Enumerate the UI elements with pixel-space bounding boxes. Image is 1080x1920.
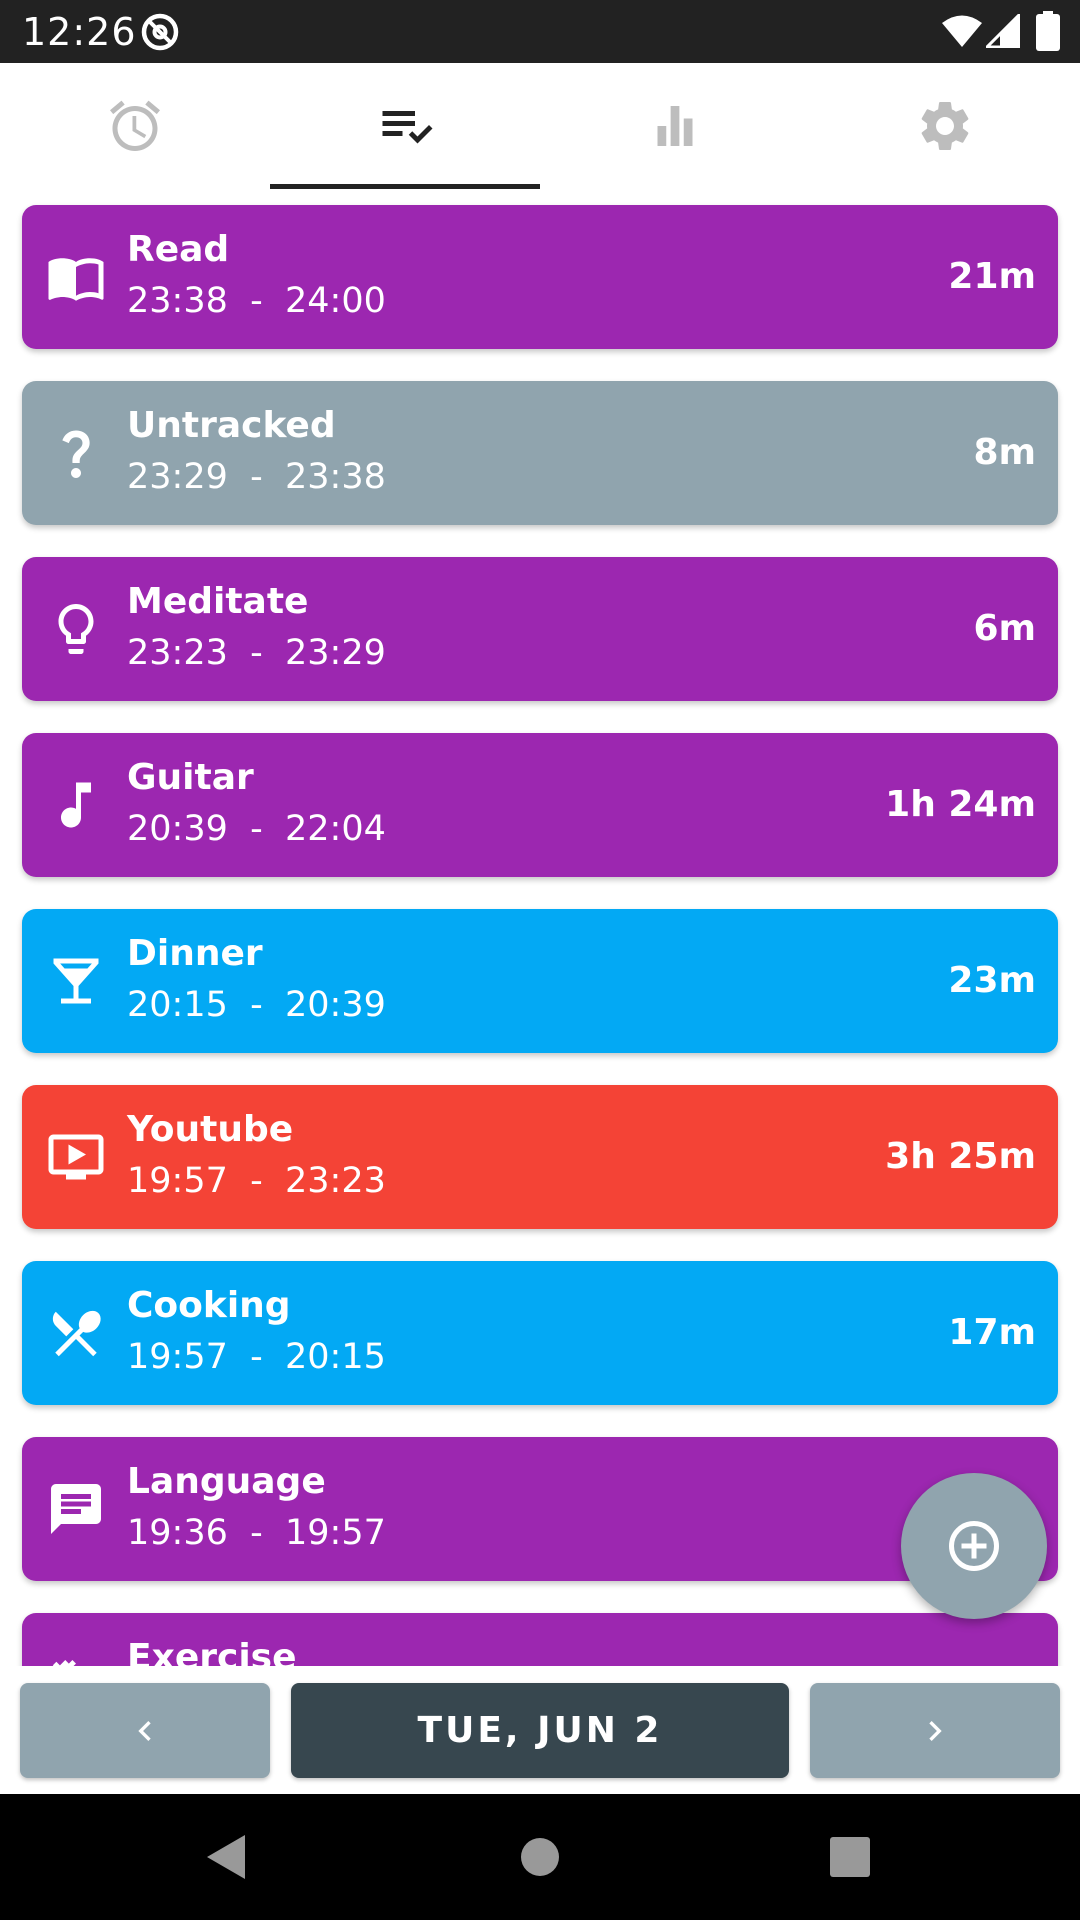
battery-icon <box>1036 11 1060 51</box>
activity-time-range: 23:29 - 23:38 <box>127 457 386 497</box>
activity-title: Dinner <box>127 933 263 974</box>
date-navigation: TUE, JUN 2 <box>0 1666 1080 1794</box>
home-icon[interactable] <box>510 1827 570 1887</box>
add-activity-button[interactable] <box>901 1473 1047 1619</box>
previous-day-button[interactable] <box>20 1683 270 1778</box>
activity-title: Language <box>127 1461 326 1502</box>
next-day-button[interactable] <box>810 1683 1060 1778</box>
add-circle-icon <box>949 1521 999 1571</box>
activity-card-dinner[interactable]: Dinner 20:15 - 20:39 23m <box>22 909 1058 1053</box>
at-sign-icon <box>141 13 179 51</box>
tab-bar <box>0 63 1080 189</box>
activity-duration: 8m <box>973 432 1036 473</box>
activity-title: Untracked <box>127 405 336 446</box>
signal-icon <box>986 14 1020 48</box>
activity-card-youtube[interactable]: Youtube 19:57 - 23:23 3h 25m <box>22 1085 1058 1229</box>
activity-duration: 23m <box>948 960 1036 1001</box>
activity-card-guitar[interactable]: Guitar 20:39 - 22:04 1h 24m <box>22 733 1058 877</box>
tab-log[interactable] <box>270 63 540 188</box>
book-icon <box>48 258 104 301</box>
message-icon <box>51 1484 101 1534</box>
wifi-icon <box>942 15 982 47</box>
activity-duration: 17m <box>948 1312 1036 1353</box>
current-date-label: TUE, JUN 2 <box>417 1710 663 1751</box>
activity-card-exercise[interactable]: Exercise <box>22 1613 1058 1666</box>
activity-duration: 1h 24m <box>885 784 1036 825</box>
lightbulb-icon <box>58 604 94 654</box>
activity-title: Read <box>127 229 230 270</box>
recents-icon[interactable] <box>820 1827 880 1887</box>
date-picker-button[interactable]: TUE, JUN 2 <box>291 1683 789 1778</box>
activity-title: Guitar <box>127 757 254 798</box>
status-time: 12:26 <box>22 10 137 54</box>
question-icon <box>62 430 90 478</box>
activity-card-cooking[interactable]: Cooking 19:57 - 20:15 17m <box>22 1261 1058 1405</box>
status-bar: 12:26 <box>0 0 1080 63</box>
activity-time-range: 23:23 - 23:29 <box>127 633 386 673</box>
activity-time-range: 19:57 - 20:15 <box>127 1337 386 1377</box>
tab-timer[interactable] <box>0 63 270 188</box>
back-icon[interactable] <box>199 1827 259 1887</box>
activity-title: Cooking <box>127 1285 291 1326</box>
activity-title: Exercise <box>127 1637 297 1666</box>
activity-time-range: 23:38 - 24:00 <box>127 281 386 321</box>
activity-card-read[interactable]: Read 23:38 - 24:00 21m <box>22 205 1058 349</box>
music-note-icon <box>61 782 91 828</box>
activity-title: Meditate <box>127 581 309 622</box>
system-navigation-bar <box>0 1794 1080 1920</box>
tab-settings[interactable] <box>810 63 1080 188</box>
gear-icon <box>921 101 969 150</box>
chevron-right-icon <box>929 1720 942 1741</box>
activity-time-range: 20:15 - 20:39 <box>127 985 386 1025</box>
activity-title: Youtube <box>127 1109 294 1150</box>
utensils-icon <box>52 1310 101 1357</box>
chevron-left-icon <box>138 1720 151 1741</box>
alarm-icon <box>110 100 160 151</box>
activity-time-range: 20:39 - 22:04 <box>127 809 386 849</box>
cocktail-icon <box>53 958 99 1004</box>
activity-card-untracked[interactable]: Untracked 23:29 - 23:38 8m <box>22 381 1058 525</box>
tv-play-icon <box>48 1134 104 1180</box>
activity-list[interactable]: Read 23:38 - 24:00 21m Untracked 23:29 -… <box>0 188 1080 1666</box>
exercise-icon <box>52 1660 76 1666</box>
activity-duration: 3h 25m <box>885 1136 1036 1177</box>
tab-stats[interactable] <box>540 63 810 188</box>
checklist-icon <box>382 110 433 143</box>
activity-time-range: 19:36 - 19:57 <box>127 1513 386 1553</box>
activity-duration: 6m <box>973 608 1036 649</box>
bar-chart-icon <box>657 105 693 146</box>
activity-duration: 21m <box>948 256 1036 297</box>
activity-card-meditate[interactable]: Meditate 23:23 - 23:29 6m <box>22 557 1058 701</box>
activity-time-range: 19:57 - 23:23 <box>127 1161 386 1201</box>
